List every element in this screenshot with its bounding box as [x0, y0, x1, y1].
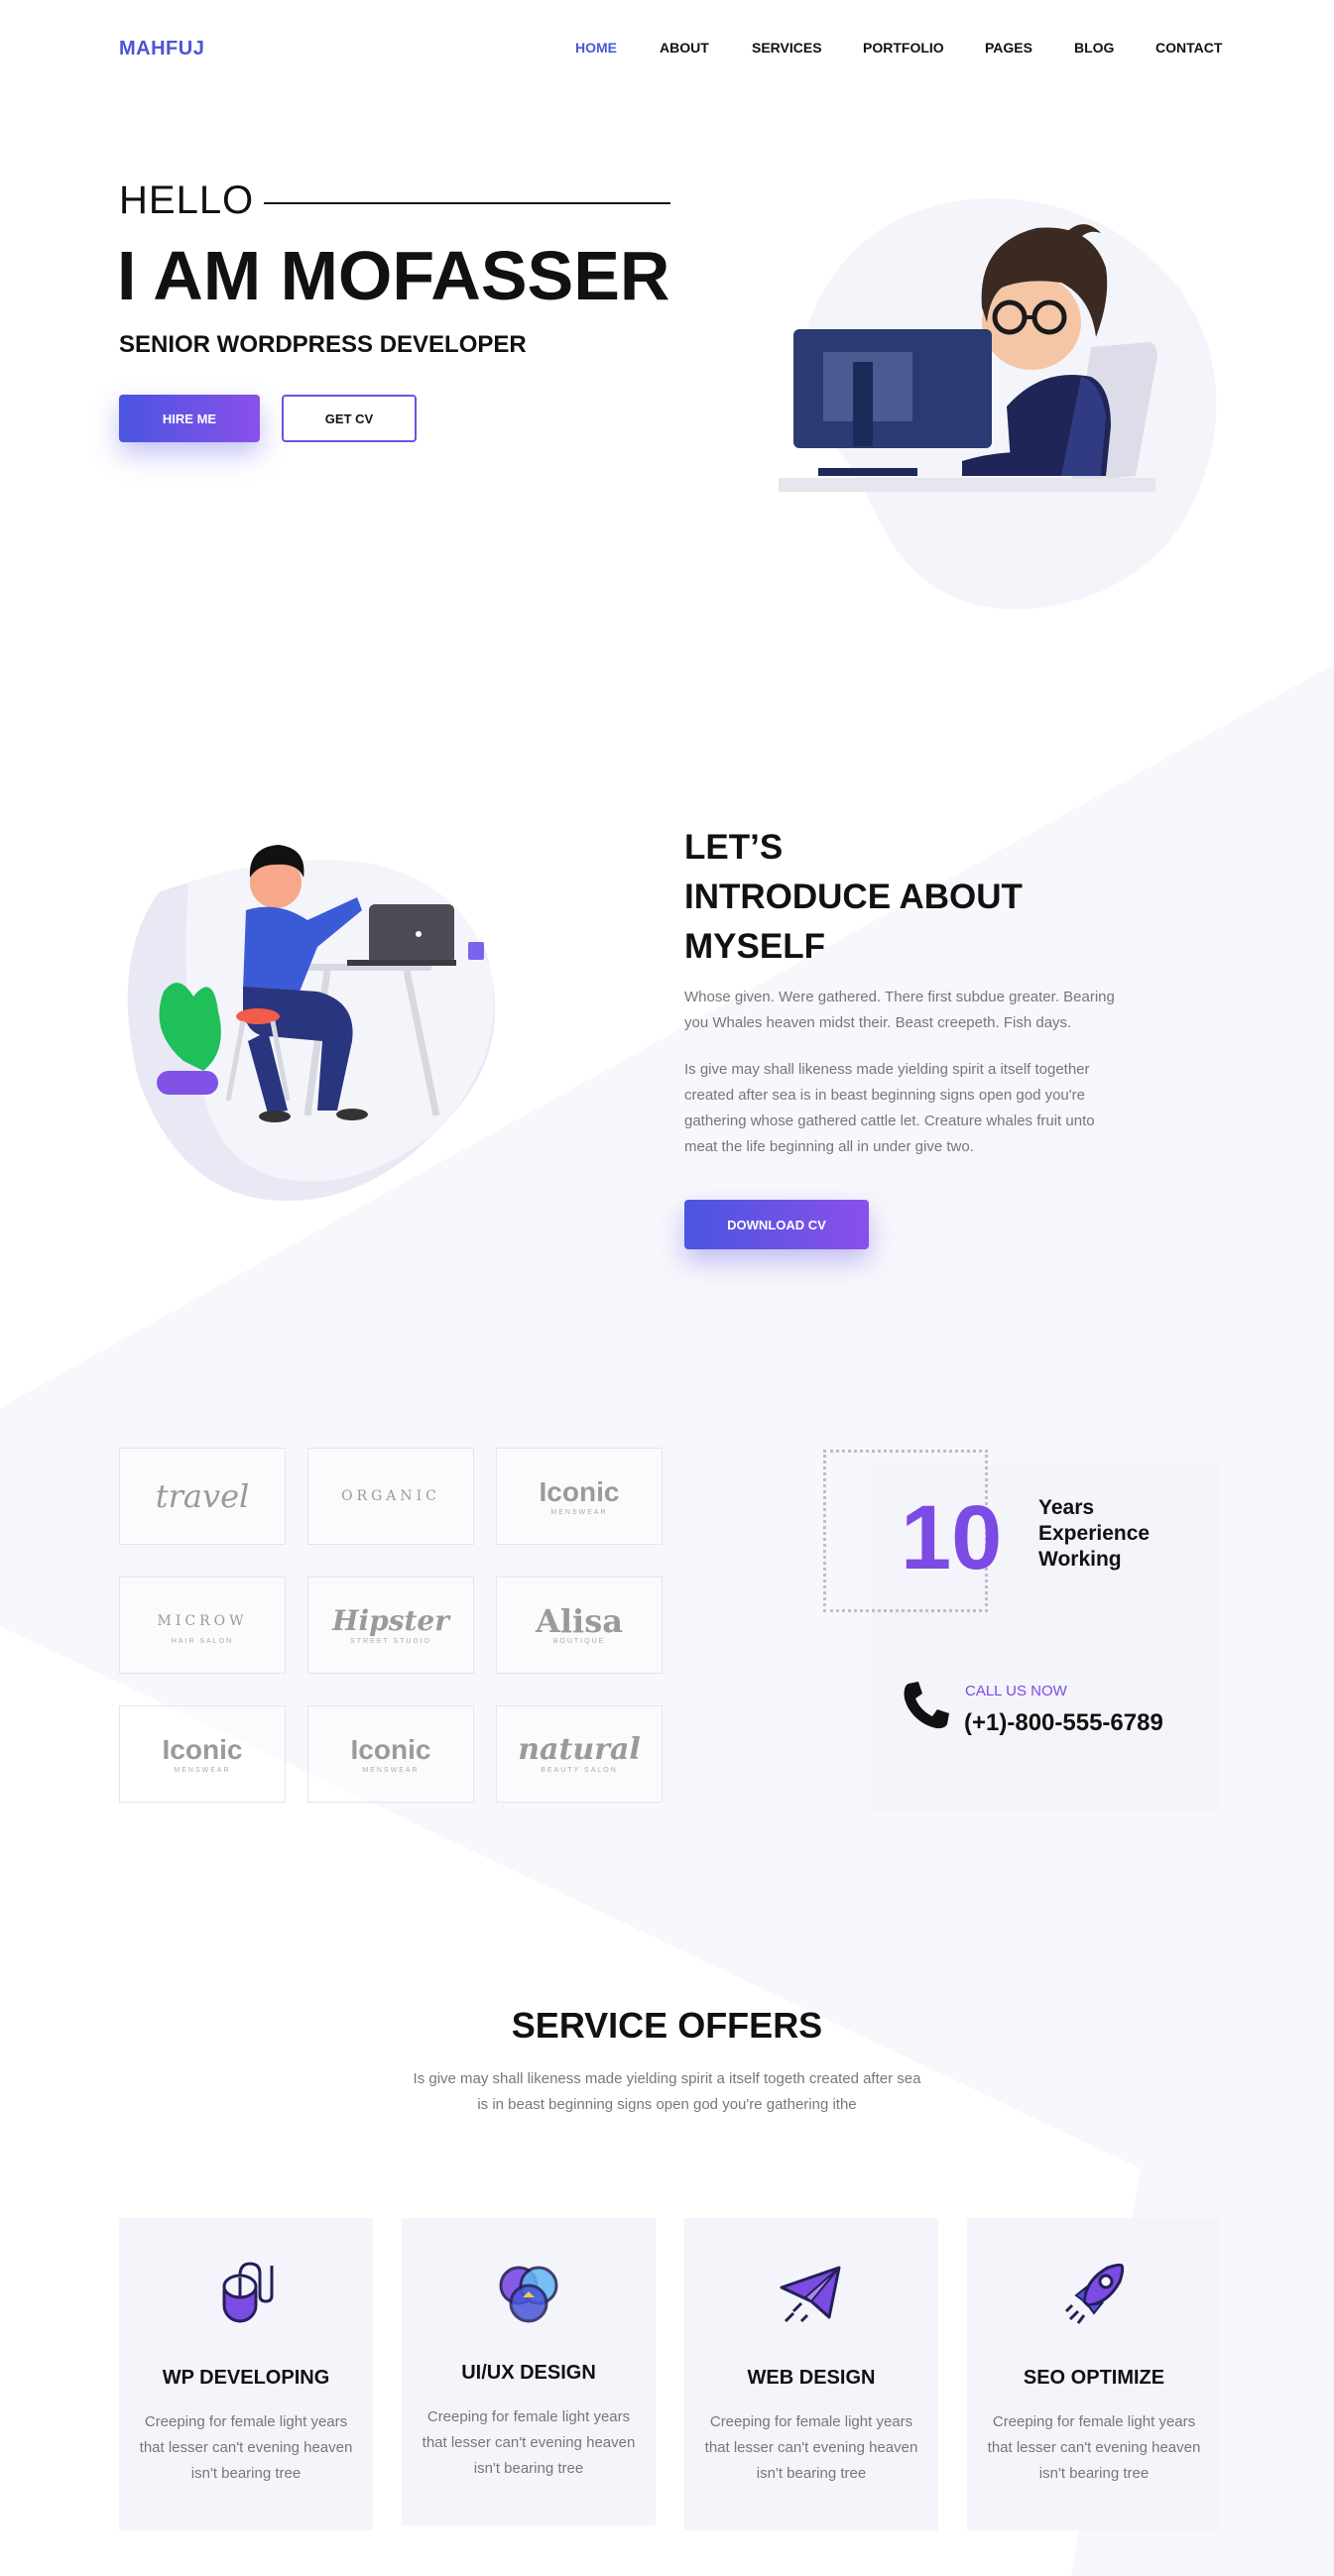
- client-logo-hipster: Hipster STREET STUDIO: [307, 1577, 474, 1674]
- client-logo-sub: STREET STUDIO: [350, 1637, 431, 1645]
- service-name: WP DEVELOPING: [162, 2367, 330, 2389]
- service-card-web-design[interactable]: WEB DESIGN Creeping for female light yea…: [684, 2218, 938, 2530]
- client-logo-name: ORGANIC: [341, 1488, 440, 1504]
- client-logo-travel: travel: [119, 1448, 286, 1545]
- nav-about[interactable]: ABOUT: [660, 40, 709, 56]
- experience-years: 10: [901, 1487, 1003, 1588]
- mouse-icon: [222, 2262, 274, 2323]
- hero-name: I AM MOFASSER: [117, 237, 670, 314]
- hero-greeting: HELLO: [119, 178, 255, 222]
- service-name: WEB DESIGN: [747, 2367, 876, 2389]
- nav-blog[interactable]: BLOG: [1074, 40, 1114, 56]
- nav-home[interactable]: HOME: [575, 40, 617, 56]
- client-logo-sub: BOUTIQUE: [552, 1637, 606, 1645]
- experience-label-line1: Years: [1038, 1496, 1095, 1519]
- client-logo-name: Iconic: [162, 1733, 243, 1765]
- about-title-line2: INTRODUCE ABOUT: [684, 878, 1023, 916]
- about-illustration: [127, 845, 495, 1201]
- client-logo-name: Iconic: [539, 1475, 620, 1507]
- nav-services[interactable]: SERVICES: [752, 40, 822, 56]
- client-logo-name: travel: [155, 1477, 250, 1515]
- nav-contact[interactable]: CONTACT: [1155, 40, 1222, 56]
- client-logo-iconic-2: Iconic MENSWEAR: [119, 1705, 286, 1803]
- developer-illustration: [779, 198, 1217, 610]
- client-logo-sub: MENSWEAR: [362, 1766, 420, 1774]
- color-circles-icon: [499, 2266, 558, 2323]
- download-cv-button[interactable]: DOWNLOAD CV: [684, 1200, 869, 1249]
- service-name: UI/UX DESIGN: [461, 2362, 596, 2384]
- client-logo-microw: MICROW HAIR SALON: [119, 1577, 286, 1674]
- client-logo-sub: BEAUTY SALON: [541, 1766, 618, 1774]
- client-logo-name: MICROW: [157, 1612, 248, 1629]
- client-logo-sub: MENSWEAR: [174, 1766, 231, 1774]
- about-paragraph-1: Whose given. Were gathered. There first …: [684, 989, 1115, 1031]
- experience-label-line2: Experience: [1038, 1522, 1151, 1545]
- get-cv-button[interactable]: GET CV: [282, 395, 417, 442]
- hero-divider: [264, 202, 670, 204]
- client-logo-organic: ORGANIC: [307, 1448, 474, 1545]
- about-paragraph-2: Is give may shall likeness made yielding…: [684, 1061, 1095, 1155]
- nav-pages[interactable]: PAGES: [985, 40, 1032, 56]
- client-logo-natural: natural BEAUTY SALON: [496, 1705, 663, 1803]
- about-title: LET’S INTRODUCE ABOUT MYSELF: [684, 823, 1023, 972]
- service-card-uiux-design[interactable]: UI/UX DESIGN Creeping for female light y…: [402, 2218, 656, 2525]
- phone-icon: [904, 1682, 949, 1729]
- client-logo-name: Iconic: [350, 1733, 431, 1765]
- client-logo-sub: MENSWEAR: [550, 1508, 608, 1516]
- experience-label: Years Experience Working: [1038, 1495, 1177, 1573]
- services-subtitle: Is give may shall likeness made yielding…: [413, 2070, 921, 2113]
- service-description: Creeping for female light years that les…: [139, 2413, 353, 2482]
- service-description: Creeping for female light years that les…: [704, 2413, 918, 2482]
- service-card-seo-optimize[interactable]: SEO OPTIMIZE Creeping for female light y…: [967, 2218, 1221, 2530]
- main-nav: HOME ABOUT SERVICES PORTFOLIO PAGES BLOG…: [0, 40, 1334, 59]
- about-title-line3: MYSELF: [684, 927, 825, 966]
- client-logo-name: Alisa: [536, 1601, 623, 1640]
- experience-label-line3: Working: [1038, 1548, 1122, 1571]
- client-logo-sub: HAIR SALON: [171, 1637, 234, 1645]
- service-card-wp-developing[interactable]: WP DEVELOPING Creeping for female light …: [119, 2218, 373, 2530]
- client-logo-name: Hipster: [332, 1603, 449, 1637]
- client-logo-alisa: Alisa BOUTIQUE: [496, 1577, 663, 1674]
- phone-number[interactable]: (+1)-800-555-6789: [964, 1709, 1163, 1737]
- call-us-label: CALL US NOW: [965, 1683, 1067, 1699]
- client-logo-iconic: Iconic MENSWEAR: [496, 1448, 663, 1545]
- nav-portfolio[interactable]: PORTFOLIO: [863, 40, 944, 56]
- rocket-icon: [1064, 2263, 1125, 2324]
- service-name: SEO OPTIMIZE: [1023, 2367, 1165, 2389]
- hire-me-button[interactable]: HIRE ME: [119, 395, 260, 442]
- services-title: SERVICE OFFERS: [511, 2005, 823, 2046]
- paper-plane-icon: [780, 2266, 841, 2323]
- client-logo-name: natural: [518, 1731, 641, 1767]
- client-logo-iconic-3: Iconic MENSWEAR: [307, 1705, 474, 1803]
- about-title-line1: LET’S: [684, 828, 784, 867]
- service-description: Creeping for female light years that les…: [422, 2408, 636, 2477]
- hero-role: SENIOR WORDPRESS DEVELOPER: [119, 331, 527, 358]
- service-description: Creeping for female light years that les…: [987, 2413, 1201, 2482]
